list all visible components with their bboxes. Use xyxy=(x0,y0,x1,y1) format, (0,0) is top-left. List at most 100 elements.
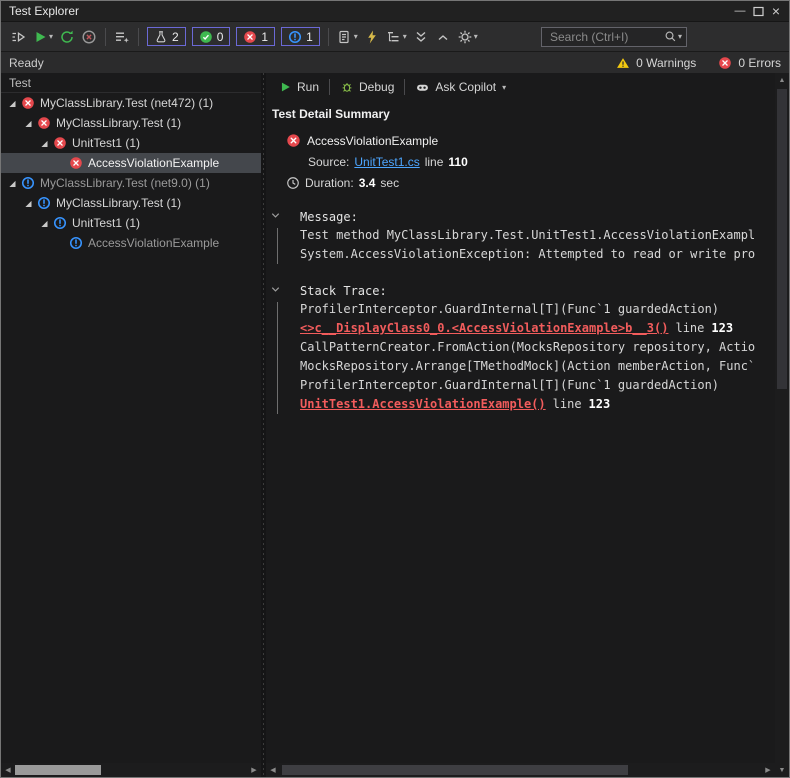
test-detail-pane: Run Debug Ask Copilot ▾ Test Detail Summ… xyxy=(266,73,775,777)
notrun-circle-icon xyxy=(288,30,302,44)
search-caret-icon[interactable]: ▾ xyxy=(678,32,682,41)
gear-caret-icon[interactable]: ▾ xyxy=(474,32,478,41)
test-name: AccessViolationExample xyxy=(307,134,438,148)
tree-row-selected[interactable]: AccessViolationExample xyxy=(1,153,261,173)
search-icon[interactable] xyxy=(664,30,677,43)
detail-summary-title: Test Detail Summary xyxy=(272,107,775,121)
cancel-icon[interactable] xyxy=(79,26,99,48)
duration-unit: sec xyxy=(380,176,399,190)
expander-icon[interactable]: ◢ xyxy=(5,179,20,188)
scroll-right-icon[interactable]: ▶ xyxy=(761,763,775,777)
playlist-icon[interactable] xyxy=(112,26,132,48)
expander-icon[interactable]: ◢ xyxy=(37,219,52,228)
tree-row-label: UnitTest1 (1) xyxy=(72,136,140,150)
tree-row[interactable]: ◢ UnitTest1 (1) xyxy=(1,133,261,153)
search-box[interactable]: ▾ xyxy=(541,27,687,47)
ask-copilot-button[interactable]: Ask Copilot ▾ xyxy=(411,80,510,95)
error-icon xyxy=(52,136,68,150)
repeat-last-run-icon[interactable] xyxy=(57,26,77,48)
tree-row[interactable]: AccessViolationExample xyxy=(1,233,261,253)
settings-gear-icon[interactable]: ▾ xyxy=(455,26,480,48)
scrollbar-track[interactable] xyxy=(775,87,789,763)
stack-frame: CallPatternCreator.FromAction(MocksRepos… xyxy=(300,338,775,357)
tree-row[interactable]: ◢ MyClassLibrary.Test (1) xyxy=(1,193,261,213)
collapse-chevron-icon[interactable] xyxy=(270,208,281,226)
scrollbar-thumb[interactable] xyxy=(777,89,787,389)
notrun-icon xyxy=(52,216,68,230)
toolbar-separator xyxy=(138,28,139,46)
tree-row-label: AccessViolationExample xyxy=(88,236,219,250)
stack-frame: <>c__DisplayClass0_0.<AccessViolationExa… xyxy=(300,319,775,338)
detail-toolbar: Run Debug Ask Copilot ▾ xyxy=(266,73,775,101)
debug-button[interactable]: Debug xyxy=(336,80,398,94)
copilot-caret-icon[interactable]: ▾ xyxy=(502,83,506,92)
status-ready: Ready xyxy=(9,56,44,70)
duration-row: Duration: 3.4 sec xyxy=(266,176,775,190)
group-by-caret-icon[interactable]: ▾ xyxy=(403,32,407,41)
scroll-right-icon[interactable]: ▶ xyxy=(247,763,261,777)
run-all-tests-icon[interactable] xyxy=(8,26,28,48)
expander-icon[interactable]: ◢ xyxy=(37,139,52,148)
group-by-icon[interactable]: ▾ xyxy=(384,26,409,48)
error-icon xyxy=(36,116,52,130)
toolbar-separator xyxy=(404,79,405,95)
stack-frame-link[interactable]: <>c__DisplayClass0_0.<AccessViolationExa… xyxy=(300,321,668,335)
run-button[interactable]: Run xyxy=(274,80,323,94)
filter-failed-badge[interactable]: 1 xyxy=(236,27,275,46)
message-gutter xyxy=(266,208,300,264)
settings-caret-icon[interactable]: ▾ xyxy=(354,32,358,41)
filter-total-badge[interactable]: 2 xyxy=(147,27,186,46)
passed-count: 0 xyxy=(217,30,224,44)
line-number: 123 xyxy=(711,321,733,335)
test-explorer-toolbar: ▾ 2 0 1 1 ▾ xyxy=(1,21,789,51)
detail-horizontal-scrollbar[interactable]: ◀ ▶ xyxy=(266,763,775,777)
scroll-up-icon[interactable]: ▲ xyxy=(775,73,789,87)
message-label: Message: xyxy=(300,208,775,226)
errors-count[interactable]: 0 Errors xyxy=(738,56,781,70)
scrollbar-track[interactable] xyxy=(15,763,247,777)
notrun-icon xyxy=(36,196,52,210)
tree-row[interactable]: ◢ UnitTest1 (1) xyxy=(1,213,261,233)
run-icon[interactable]: ▾ xyxy=(30,26,55,48)
filter-notrun-badge[interactable]: 1 xyxy=(281,27,320,46)
scrollbar-track[interactable] xyxy=(280,763,761,777)
tree-column-header[interactable]: Test xyxy=(1,73,261,93)
minimize-icon[interactable]: — xyxy=(731,3,749,19)
tree-row[interactable]: ◢ MyClassLibrary.Test (net9.0) (1) xyxy=(1,173,261,193)
tree-row[interactable]: ◢ MyClassLibrary.Test (net472) (1) xyxy=(1,93,261,113)
scroll-left-icon[interactable]: ◀ xyxy=(266,763,280,777)
test-tree-pane: Test ◢ MyClassLibrary.Test (net472) (1) … xyxy=(1,73,261,777)
tree-row[interactable]: ◢ MyClassLibrary.Test (1) xyxy=(1,113,261,133)
collapse-all-icon[interactable] xyxy=(433,26,453,48)
collapse-chevron-icon[interactable] xyxy=(270,282,281,300)
expand-all-icon[interactable] xyxy=(411,26,431,48)
filter-passed-badge[interactable]: 0 xyxy=(192,27,231,46)
warnings-count[interactable]: 0 Warnings xyxy=(636,56,696,70)
expander-icon[interactable]: ◢ xyxy=(21,199,36,208)
source-file-link[interactable]: UnitTest1.cs xyxy=(354,155,419,169)
clock-icon xyxy=(286,176,300,190)
scroll-left-icon[interactable]: ◀ xyxy=(1,763,15,777)
toolbar-separator xyxy=(105,28,106,46)
stack-frame-link[interactable]: UnitTest1.AccessViolationExample() xyxy=(300,397,546,411)
expander-icon[interactable]: ◢ xyxy=(21,119,36,128)
section-rule xyxy=(277,302,278,414)
maximize-rect xyxy=(753,6,764,17)
expander-icon[interactable]: ◢ xyxy=(5,99,20,108)
run-label: Run xyxy=(297,80,319,94)
status-right: 0 Warnings 0 Errors xyxy=(616,56,781,70)
maximize-icon[interactable] xyxy=(749,3,767,19)
error-icon xyxy=(286,133,301,148)
run-after-build-icon[interactable] xyxy=(362,26,382,48)
test-run-settings-icon[interactable]: ▾ xyxy=(335,26,360,48)
scroll-down-icon[interactable]: ▼ xyxy=(775,763,789,777)
run-dropdown-caret-icon[interactable]: ▾ xyxy=(49,32,53,41)
close-icon[interactable]: × xyxy=(767,3,785,19)
scrollbar-thumb[interactable] xyxy=(282,765,628,775)
tree-row-label: MyClassLibrary.Test (1) xyxy=(56,196,181,210)
tree-horizontal-scrollbar[interactable]: ◀ ▶ xyxy=(1,763,261,777)
scrollbar-thumb[interactable] xyxy=(15,765,101,775)
line-label: line xyxy=(675,321,704,335)
vertical-scrollbar[interactable]: ▲ ▼ xyxy=(775,73,789,777)
search-input[interactable] xyxy=(548,29,664,45)
